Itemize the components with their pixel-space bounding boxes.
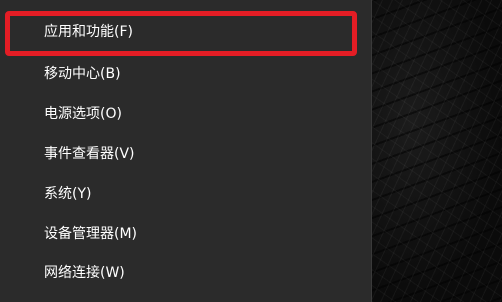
winx-context-menu: 应用和功能(F) 移动中心(B) 电源选项(O) 事件查看器(V) 系统(Y) … <box>0 0 372 302</box>
menu-item-network-connections[interactable]: 网络连接(W) <box>44 261 125 285</box>
menu-item-event-viewer[interactable]: 事件查看器(V) <box>44 142 135 166</box>
menu-item-mobility-center[interactable]: 移动中心(B) <box>44 62 121 86</box>
menu-item-device-manager[interactable]: 设备管理器(M) <box>44 222 137 246</box>
menu-item-apps-and-features[interactable]: 应用和功能(F) <box>44 20 133 44</box>
screen: 应用和功能(F) 移动中心(B) 电源选项(O) 事件查看器(V) 系统(Y) … <box>0 0 502 302</box>
menu-item-power-options[interactable]: 电源选项(O) <box>44 102 122 126</box>
desktop-wallpaper <box>372 0 502 302</box>
menu-item-system[interactable]: 系统(Y) <box>44 182 91 206</box>
